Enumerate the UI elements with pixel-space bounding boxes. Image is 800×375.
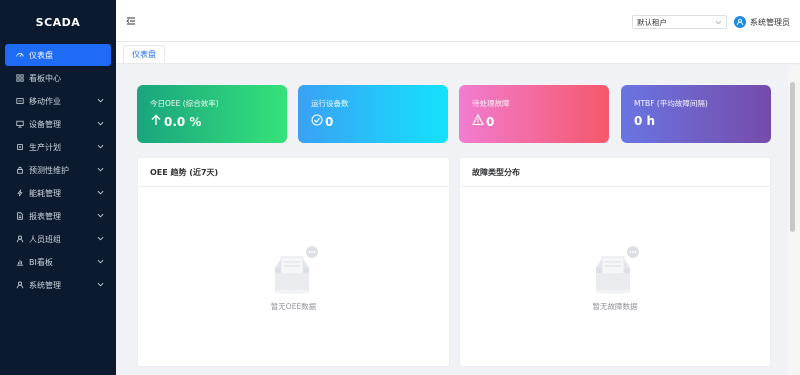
sidebar-item-label: 看板中心 <box>29 73 61 83</box>
app-logo: SCADA <box>35 15 81 29</box>
grid-icon <box>15 73 25 83</box>
sidebar-item-system[interactable]: 系统管理 <box>2 274 114 296</box>
user-name: 系统管理员 <box>750 17 790 27</box>
lightning-icon <box>15 188 25 198</box>
chevron-down-icon <box>715 19 722 26</box>
chevron-down-icon <box>97 235 104 242</box>
sidebar-menu: 仪表盘 看板中心 移动作业 设备管理 生产计划 预测性维护 能耗管理 报表管理 … <box>0 44 116 296</box>
stat-card-mtbf: MTBF (平均故障间隔) 0 h <box>621 85 771 143</box>
cpu-icon <box>15 142 25 152</box>
panel-title: 故障类型分布 <box>460 158 770 187</box>
sidebar-item-equipment[interactable]: 设备管理 <box>2 113 114 135</box>
user-avatar-icon <box>734 16 746 28</box>
main-content: 今日OEE (综合效率) 0.0 % 运行设备数 0 待处理故障 0 MTBF … <box>116 65 788 375</box>
stat-value-text: 0 h <box>634 114 656 128</box>
empty-text: 暂无OEE数据 <box>270 302 317 311</box>
chevron-down-icon <box>97 281 104 288</box>
sidebar-item-label: 生产计划 <box>29 142 61 152</box>
chevron-down-icon <box>97 166 104 173</box>
chevron-down-icon <box>97 189 104 196</box>
sidebar-item-staff[interactable]: 人员班组 <box>2 228 114 250</box>
sidebar-item-label: 移动作业 <box>29 96 61 106</box>
chevron-down-icon <box>97 143 104 150</box>
sidebar-item-dashboard[interactable]: 仪表盘 <box>5 44 111 66</box>
sidebar-item-label: 仪表盘 <box>29 50 53 60</box>
panel-title: OEE 趋势 (近7天) <box>138 158 449 187</box>
stat-value: 0 <box>472 113 495 129</box>
tabs-bar: 仪表盘 <box>116 42 800 64</box>
mobile-icon <box>15 96 25 106</box>
stat-card-running-devices: 运行设备数 0 <box>298 85 448 143</box>
chevron-down-icon <box>97 97 104 104</box>
document-icon <box>15 211 25 221</box>
top-header: 默认租户 系统管理员 <box>116 0 800 42</box>
stat-value: 0 h <box>634 114 655 128</box>
tenant-select[interactable]: 默认租户 <box>632 15 727 29</box>
check-circle-icon <box>311 114 325 129</box>
sidebar-item-label: BI看板 <box>29 257 53 267</box>
warning-icon <box>472 113 486 129</box>
user-menu[interactable]: 系统管理员 <box>734 15 790 29</box>
sidebar-item-board-center[interactable]: 看板中心 <box>2 67 114 89</box>
sidebar: SCADA 仪表盘 看板中心 移动作业 设备管理 生产计划 预测性维护 能耗管理… <box>0 0 116 375</box>
sidebar-item-label: 人员班组 <box>29 234 61 244</box>
sidebar-item-bi-board[interactable]: BI看板 <box>2 251 114 273</box>
chevron-down-icon <box>97 120 104 127</box>
tab-dashboard[interactable]: 仪表盘 <box>123 45 165 63</box>
sidebar-item-production-plan[interactable]: 生产计划 <box>2 136 114 158</box>
stat-label: 今日OEE (综合效率) <box>150 99 219 108</box>
sidebar-item-label: 报表管理 <box>29 211 61 221</box>
stat-value-text: 0.0 % <box>164 114 202 129</box>
collapse-menu-icon[interactable] <box>126 16 136 26</box>
sidebar-item-label: 系统管理 <box>29 280 61 290</box>
sidebar-item-energy[interactable]: 能耗管理 <box>2 182 114 204</box>
empty-state: 暂无故障数据 <box>460 246 770 312</box>
oee-trend-panel: OEE 趋势 (近7天) 暂无OEE数据 <box>137 157 450 367</box>
stat-value-text: 0 <box>325 114 334 129</box>
stat-card-oee: 今日OEE (综合效率) 0.0 % <box>137 85 287 143</box>
vertical-scrollbar[interactable] <box>788 65 800 375</box>
bar-chart-icon <box>15 257 25 267</box>
fault-type-panel: 故障类型分布 暂无故障数据 <box>459 157 771 367</box>
sidebar-item-label: 能耗管理 <box>29 188 61 198</box>
tenant-select-value: 默认租户 <box>637 17 667 27</box>
sidebar-item-predictive-maintenance[interactable]: 预测性维护 <box>2 159 114 181</box>
empty-state: 暂无OEE数据 <box>138 246 449 312</box>
scrollbar-thumb[interactable] <box>790 82 795 232</box>
empty-box-icon <box>587 246 643 298</box>
sidebar-item-label: 预测性维护 <box>29 165 69 175</box>
chevron-down-icon <box>97 212 104 219</box>
stat-card-pending-faults: 待处理故障 0 <box>459 85 609 143</box>
stat-value-text: 0 <box>486 114 495 129</box>
stat-value: 0.0 % <box>150 114 201 129</box>
user-settings-icon <box>15 280 25 290</box>
chevron-down-icon <box>97 258 104 265</box>
sidebar-item-label: 设备管理 <box>29 119 61 129</box>
monitor-icon <box>15 119 25 129</box>
sidebar-item-mobile-work[interactable]: 移动作业 <box>2 90 114 112</box>
lock-icon <box>15 165 25 175</box>
dashboard-icon <box>15 50 25 60</box>
stat-label: 运行设备数 <box>311 99 349 108</box>
user-icon <box>15 234 25 244</box>
empty-box-icon <box>266 246 322 298</box>
stat-label: 待处理故障 <box>472 99 510 108</box>
stat-value: 0 <box>311 114 333 129</box>
arrow-up-icon <box>150 114 164 129</box>
empty-text: 暂无故障数据 <box>592 302 638 311</box>
stat-label: MTBF (平均故障间隔) <box>634 99 708 108</box>
sidebar-item-reports[interactable]: 报表管理 <box>2 205 114 227</box>
